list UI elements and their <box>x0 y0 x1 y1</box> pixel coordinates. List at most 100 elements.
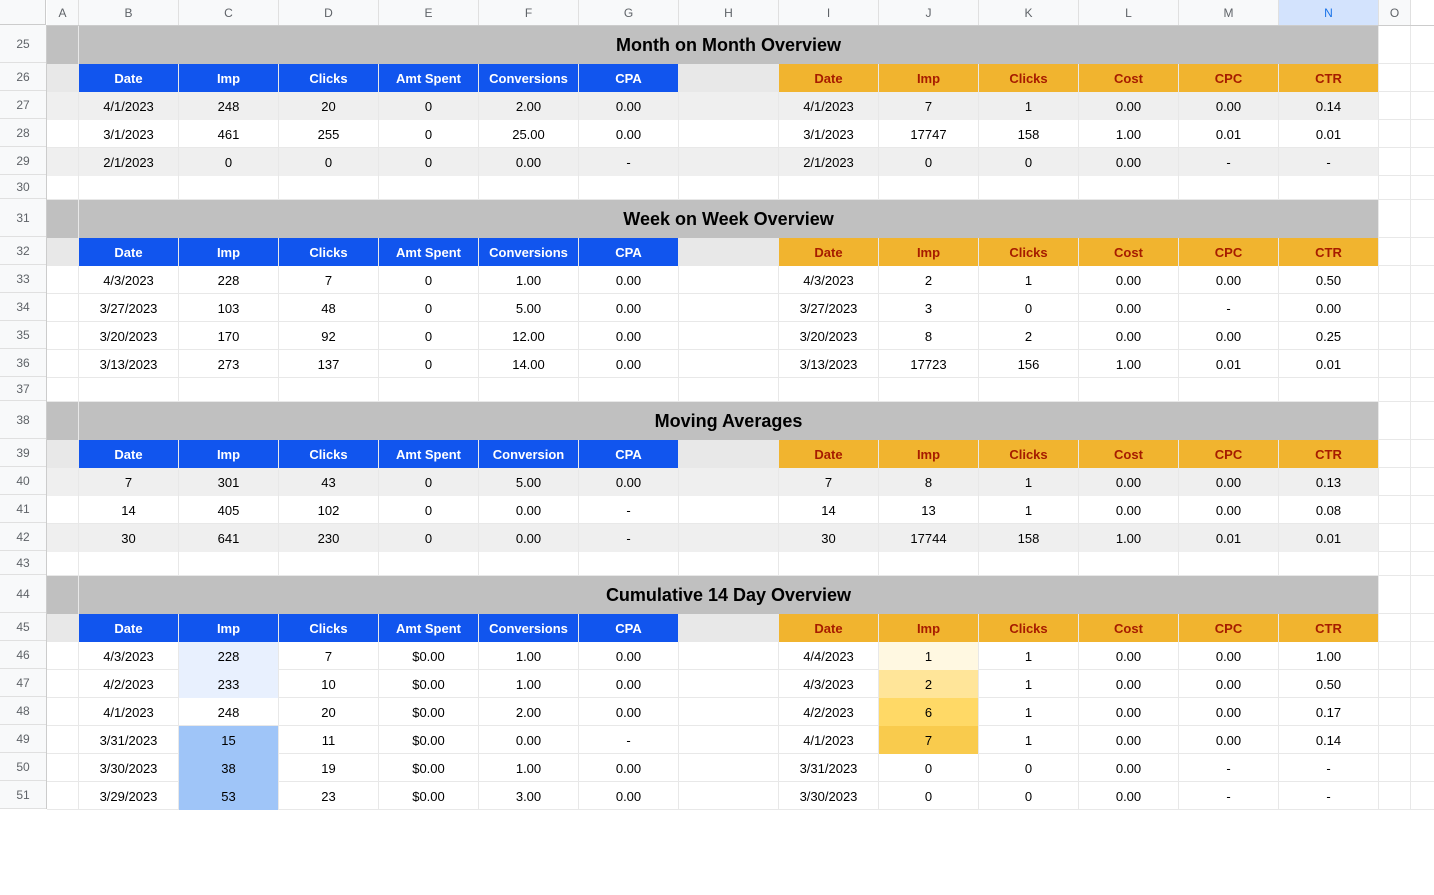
row-header-41[interactable]: 41 <box>0 495 46 523</box>
data-cell-right[interactable]: 2 <box>979 322 1079 350</box>
cell[interactable] <box>779 552 879 576</box>
data-cell-left[interactable]: 0 <box>279 148 379 176</box>
table-header-right[interactable]: CPC <box>1179 64 1279 92</box>
data-cell-left[interactable]: 14.00 <box>479 350 579 378</box>
data-cell-right[interactable]: 0.01 <box>1179 524 1279 552</box>
cell[interactable] <box>679 378 779 402</box>
data-cell-left[interactable]: 405 <box>179 496 279 524</box>
data-cell-right[interactable]: 2/1/2023 <box>779 148 879 176</box>
table-header-right[interactable]: Clicks <box>979 440 1079 468</box>
data-cell-left[interactable]: - <box>579 524 679 552</box>
col-header-J[interactable]: J <box>879 0 979 25</box>
data-cell-left[interactable]: 641 <box>179 524 279 552</box>
data-cell-right[interactable]: 1.00 <box>1079 350 1179 378</box>
cell[interactable] <box>679 754 779 782</box>
data-cell-left[interactable]: 4/1/2023 <box>79 92 179 120</box>
cell[interactable] <box>1379 754 1411 782</box>
cell[interactable] <box>47 176 79 200</box>
data-cell-right[interactable]: 6 <box>879 698 979 726</box>
data-cell-right[interactable]: 1.00 <box>1079 524 1179 552</box>
data-cell-left[interactable]: - <box>579 726 679 754</box>
data-cell-left[interactable]: 0.00 <box>579 322 679 350</box>
table-header-left[interactable]: CPA <box>579 440 679 468</box>
data-cell-left[interactable]: 103 <box>179 294 279 322</box>
row-header-33[interactable]: 33 <box>0 265 46 293</box>
data-cell-left[interactable]: 3/27/2023 <box>79 294 179 322</box>
data-cell-left[interactable]: 15 <box>179 726 279 754</box>
cell[interactable] <box>479 378 579 402</box>
data-cell-left[interactable]: 0.00 <box>479 496 579 524</box>
data-cell-right[interactable]: 0.00 <box>1079 670 1179 698</box>
cell[interactable] <box>879 176 979 200</box>
row-header-32[interactable]: 32 <box>0 237 46 265</box>
row-header-25[interactable]: 25 <box>0 25 46 63</box>
row-header-42[interactable]: 42 <box>0 523 46 551</box>
data-cell-right[interactable]: 3/31/2023 <box>779 754 879 782</box>
data-cell-left[interactable]: $0.00 <box>379 642 479 670</box>
data-cell-right[interactable]: 4/1/2023 <box>779 92 879 120</box>
cell[interactable] <box>679 266 779 294</box>
table-header-right[interactable]: CTR <box>1279 238 1379 266</box>
table-header-left[interactable]: CPA <box>579 64 679 92</box>
cell[interactable] <box>679 238 779 266</box>
table-header-right[interactable]: Clicks <box>979 614 1079 642</box>
cell[interactable] <box>47 266 79 294</box>
data-cell-left[interactable]: 0 <box>179 148 279 176</box>
data-cell-right[interactable]: 0.00 <box>1179 698 1279 726</box>
cell[interactable] <box>47 378 79 402</box>
data-cell-left[interactable]: 255 <box>279 120 379 148</box>
data-cell-left[interactable]: 0.00 <box>579 120 679 148</box>
table-header-left[interactable]: Conversions <box>479 614 579 642</box>
cell[interactable] <box>679 524 779 552</box>
data-cell-right[interactable]: 14 <box>779 496 879 524</box>
select-all-corner[interactable] <box>0 0 46 25</box>
data-cell-left[interactable]: 2.00 <box>479 92 579 120</box>
col-header-G[interactable]: G <box>579 0 679 25</box>
data-cell-left[interactable]: 2.00 <box>479 698 579 726</box>
table-header-left[interactable]: Clicks <box>279 64 379 92</box>
cell[interactable] <box>47 402 79 440</box>
cell[interactable] <box>579 378 679 402</box>
col-header-K[interactable]: K <box>979 0 1079 25</box>
data-cell-left[interactable]: 19 <box>279 754 379 782</box>
cell[interactable] <box>47 26 79 64</box>
data-cell-left[interactable]: 0.00 <box>579 782 679 810</box>
row-header-35[interactable]: 35 <box>0 321 46 349</box>
row-header-28[interactable]: 28 <box>0 119 46 147</box>
data-cell-left[interactable]: 7 <box>279 266 379 294</box>
cell[interactable] <box>1079 176 1179 200</box>
data-cell-right[interactable]: 0 <box>979 754 1079 782</box>
data-cell-left[interactable]: 48 <box>279 294 379 322</box>
data-cell-right[interactable]: - <box>1179 754 1279 782</box>
grid-body[interactable]: Month on Month OverviewDateImpClicksAmt … <box>47 26 1434 810</box>
table-header-right[interactable]: Date <box>779 238 879 266</box>
cell[interactable] <box>879 378 979 402</box>
data-cell-right[interactable]: 4/3/2023 <box>779 266 879 294</box>
data-cell-right[interactable]: 0.01 <box>1279 350 1379 378</box>
cell[interactable] <box>47 754 79 782</box>
cell[interactable] <box>279 552 379 576</box>
table-header-right[interactable]: Cost <box>1079 614 1179 642</box>
data-cell-left[interactable]: 20 <box>279 698 379 726</box>
data-cell-left[interactable]: 92 <box>279 322 379 350</box>
data-cell-right[interactable]: 0.00 <box>1179 670 1279 698</box>
table-header-left[interactable]: Clicks <box>279 238 379 266</box>
cell[interactable] <box>47 614 79 642</box>
cell[interactable] <box>1279 378 1379 402</box>
row-header-46[interactable]: 46 <box>0 641 46 669</box>
cell[interactable] <box>1379 496 1411 524</box>
cell[interactable] <box>1379 294 1411 322</box>
data-cell-right[interactable]: 8 <box>879 468 979 496</box>
cell[interactable] <box>47 698 79 726</box>
data-cell-right[interactable]: 0.01 <box>1279 524 1379 552</box>
row-header-29[interactable]: 29 <box>0 147 46 175</box>
cell[interactable] <box>47 726 79 754</box>
table-header-right[interactable]: Imp <box>879 614 979 642</box>
row-header-49[interactable]: 49 <box>0 725 46 753</box>
data-cell-left[interactable]: 25.00 <box>479 120 579 148</box>
data-cell-left[interactable]: 102 <box>279 496 379 524</box>
data-cell-right[interactable]: 0.00 <box>1079 322 1179 350</box>
cell[interactable] <box>379 552 479 576</box>
table-header-right[interactable]: Cost <box>1079 238 1179 266</box>
data-cell-left[interactable]: 0 <box>379 120 479 148</box>
